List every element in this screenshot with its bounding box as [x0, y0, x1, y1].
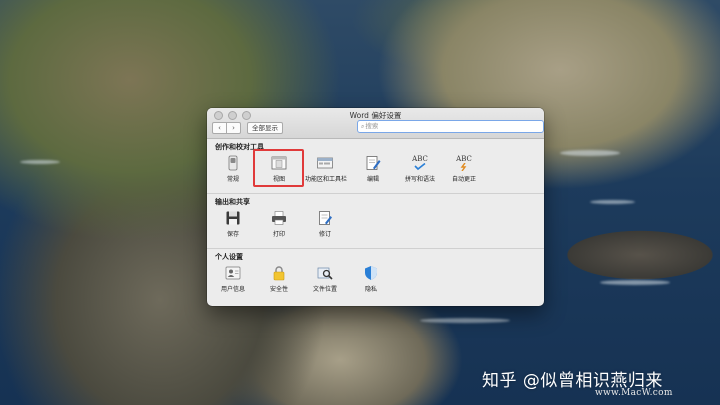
search-placeholder: 搜索 — [365, 122, 379, 130]
print-icon — [271, 210, 287, 226]
forward-button[interactable]: › — [227, 122, 241, 134]
autocorrect-icon: ABC — [456, 155, 472, 171]
pref-autocorrect[interactable]: ABC 自动更正 — [444, 155, 484, 183]
pref-privacy[interactable]: 隐私 — [351, 265, 391, 293]
site-watermark: www.MacW.com — [595, 388, 673, 398]
back-button[interactable]: ‹ — [212, 122, 227, 134]
pref-save[interactable]: 保存 — [213, 210, 253, 238]
show-all-button[interactable]: 全部显示 — [247, 122, 283, 134]
pref-spelling-grammar[interactable]: ABC 拼写和语法 — [400, 155, 440, 183]
spelling-icon: ABC — [412, 155, 428, 171]
section-personal-settings: 个人设置 用户信息 安全性 文件位置 隐私 — [207, 249, 544, 306]
pref-user-info[interactable]: 用户信息 — [213, 265, 253, 293]
save-icon — [225, 210, 241, 226]
user-info-icon — [225, 265, 241, 281]
switch-icon — [225, 155, 241, 171]
pref-edit[interactable]: 编辑 — [353, 155, 393, 183]
view-highlight-box — [253, 149, 304, 187]
ribbon-icon — [317, 155, 333, 171]
pref-file-locations[interactable]: 文件位置 — [305, 265, 345, 293]
section-title: 个人设置 — [215, 253, 243, 261]
word-preferences-window: Word 偏好设置 ‹ › 全部显示 ⌕搜索 创作和校对工具 常规 视图 功能区… — [207, 108, 544, 306]
section-title: 输出和共享 — [215, 198, 250, 206]
search-icon: ⌕ — [361, 123, 365, 130]
privacy-shield-icon — [363, 265, 379, 281]
pref-security[interactable]: 安全性 — [259, 265, 299, 293]
section-output-sharing: 输出和共享 保存 打印 修订 — [207, 194, 544, 249]
edit-icon — [365, 155, 381, 171]
track-changes-icon — [317, 210, 333, 226]
pref-general[interactable]: 常规 — [213, 155, 253, 183]
lock-icon — [271, 265, 287, 281]
title-bar: Word 偏好设置 ‹ › 全部显示 ⌕搜索 — [207, 108, 544, 139]
search-input[interactable]: ⌕搜索 — [357, 120, 544, 133]
pref-track-changes[interactable]: 修订 — [305, 210, 345, 238]
nav-buttons: ‹ › — [212, 122, 241, 134]
pref-print[interactable]: 打印 — [259, 210, 299, 238]
file-location-icon — [317, 265, 333, 281]
pref-ribbon-toolbar[interactable]: 功能区和工具栏 — [305, 155, 347, 183]
